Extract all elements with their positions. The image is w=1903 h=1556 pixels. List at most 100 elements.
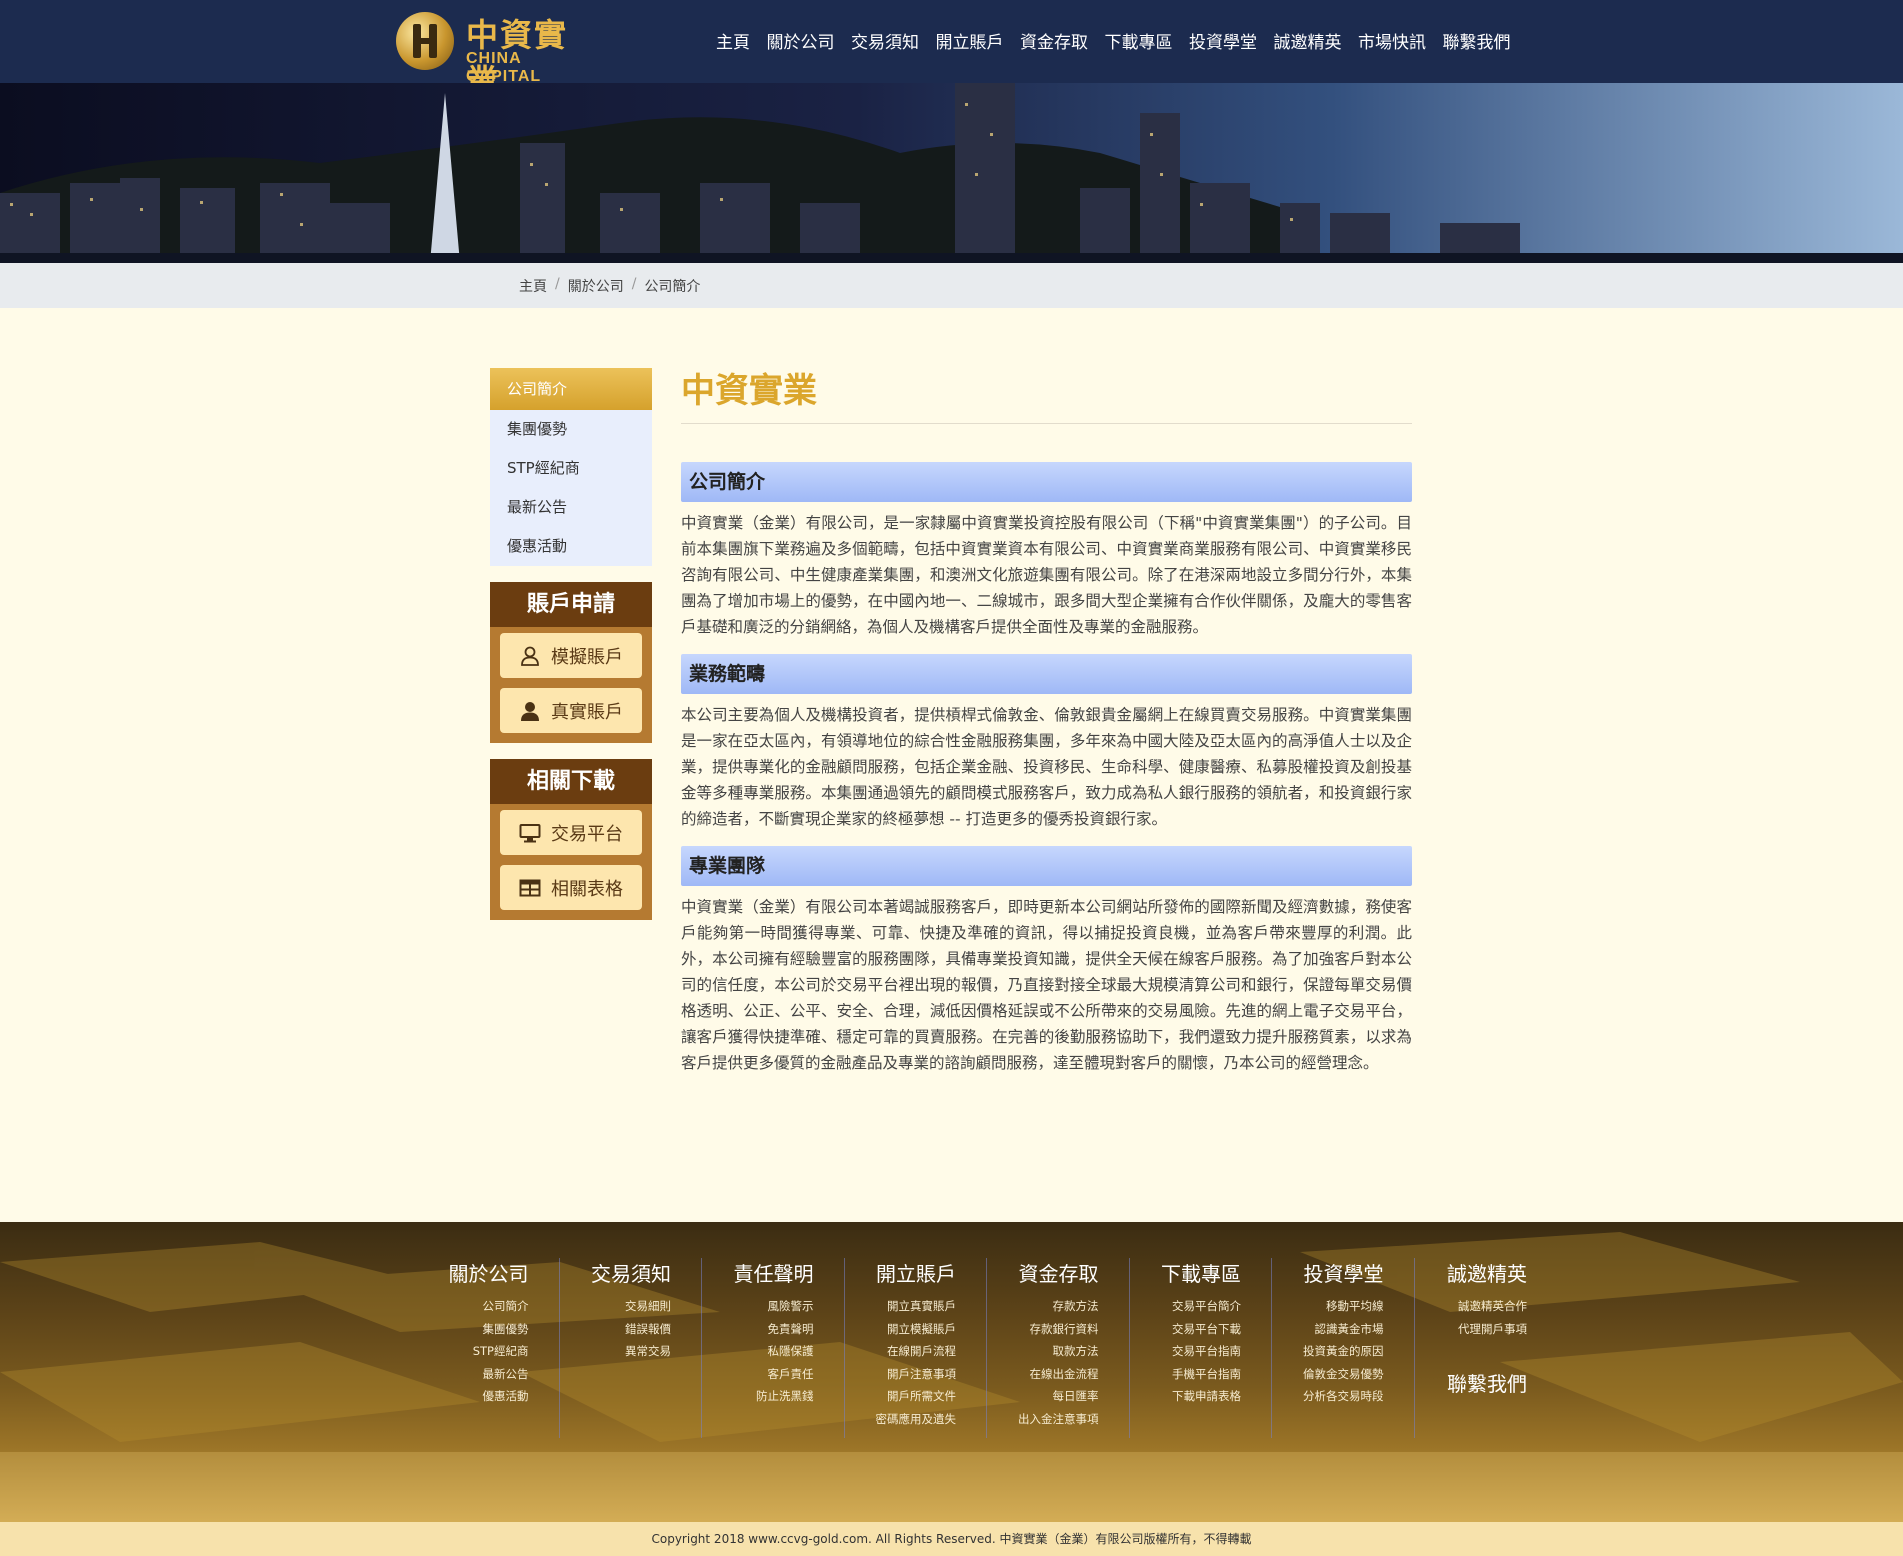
footer-link[interactable]: 下載申請表格 bbox=[1130, 1385, 1241, 1408]
breadcrumb-separator: / bbox=[631, 276, 637, 292]
footer-col-title[interactable]: 交易須知 bbox=[560, 1258, 671, 1287]
trading-platform-button[interactable]: 交易平台 bbox=[500, 810, 642, 855]
sidebar-item-stp-broker[interactable]: STP經紀商 bbox=[490, 449, 652, 488]
footer-link[interactable]: 在線開戶流程 bbox=[845, 1340, 956, 1363]
footer-link[interactable]: 私隱保護 bbox=[702, 1340, 814, 1363]
footer-link[interactable]: 開立真實賬戶 bbox=[845, 1295, 956, 1318]
nav-item-market-news[interactable]: 市場快訊 bbox=[1358, 28, 1426, 53]
sidebar-item-announcements[interactable]: 最新公告 bbox=[490, 488, 652, 527]
footer-link[interactable]: 密碼應用及遺失 bbox=[845, 1408, 957, 1431]
footer-col-title[interactable]: 資金存取 bbox=[987, 1258, 1099, 1287]
section-heading-business-scope: 業務範疇 bbox=[681, 654, 1412, 694]
footer-link[interactable]: 公司簡介 bbox=[417, 1295, 529, 1318]
main-nav: 主頁 關於公司 交易須知 開立賬戶 資金存取 下載專區 投資學堂 誠邀精英 市場… bbox=[716, 28, 1527, 53]
nav-item-about[interactable]: 關於公司 bbox=[767, 28, 835, 53]
nav-item-contact[interactable]: 聯繫我們 bbox=[1443, 28, 1511, 53]
section-text-team: 中資實業（金業）有限公司本著竭誠服務客戶，即時更新本公司網站所發佈的國際新聞及經… bbox=[681, 898, 1412, 1072]
footer-col-title[interactable]: 投資學堂 bbox=[1272, 1258, 1384, 1287]
footer-link[interactable]: 客戶責任 bbox=[702, 1363, 814, 1386]
footer-link[interactable]: 誠邀精英合作 bbox=[1415, 1295, 1527, 1318]
footer-link[interactable]: 防止洗黑錢 bbox=[702, 1385, 814, 1408]
footer-link[interactable]: STP經紀商 bbox=[417, 1340, 529, 1363]
footer-link[interactable]: 交易平台下載 bbox=[1130, 1318, 1241, 1341]
nav-item-careers[interactable]: 誠邀精英 bbox=[1274, 28, 1342, 53]
account-application-title: 賬戶申請 bbox=[490, 582, 652, 627]
breadcrumb-home[interactable]: 主頁 bbox=[519, 276, 547, 296]
section-text-business-scope: 本公司主要為個人及機構投資者，提供槓桿式倫敦金、倫敦銀貴金屬網上在線買賣交易服務… bbox=[681, 706, 1412, 828]
downloads-title: 相關下載 bbox=[490, 759, 652, 804]
footer-link[interactable]: 開戶注意事項 bbox=[845, 1363, 956, 1386]
footer-col-title[interactable]: 開立賬戶 bbox=[845, 1258, 956, 1287]
footer-col-title[interactable]: 下載專區 bbox=[1130, 1258, 1241, 1287]
section-heading-team: 專業團隊 bbox=[681, 846, 1412, 886]
breadcrumb-about[interactable]: 關於公司 bbox=[568, 276, 624, 296]
footer-contact-title[interactable]: 聯繫我們 bbox=[1415, 1368, 1527, 1397]
footer-link[interactable]: 手機平台指南 bbox=[1130, 1363, 1241, 1386]
site-header: 中資實業 CHINA CAPITAL 主頁 關於公司 交易須知 開立賬戶 資金存… bbox=[0, 0, 1903, 100]
footer-col-title[interactable]: 責任聲明 bbox=[702, 1258, 814, 1287]
nav-item-trading-notes[interactable]: 交易須知 bbox=[851, 28, 919, 53]
footer-col-title[interactable]: 關於公司 bbox=[417, 1258, 529, 1287]
footer-link[interactable]: 每日匯率 bbox=[987, 1385, 1099, 1408]
trading-platform-label: 交易平台 bbox=[551, 823, 623, 845]
breadcrumb: 主頁 / 關於公司 / 公司簡介 bbox=[519, 276, 700, 296]
footer-link[interactable]: 集團優勢 bbox=[417, 1318, 529, 1341]
footer-link[interactable]: 代理開戶事項 bbox=[1415, 1318, 1527, 1341]
nav-item-school[interactable]: 投資學堂 bbox=[1189, 28, 1257, 53]
footer-link[interactable]: 存款銀行資料 bbox=[987, 1318, 1099, 1341]
footer-link[interactable]: 優惠活動 bbox=[417, 1385, 529, 1408]
nav-item-home[interactable]: 主頁 bbox=[716, 28, 750, 53]
footer-link[interactable]: 投資黃金的原因 bbox=[1272, 1340, 1384, 1363]
nav-item-open-account[interactable]: 開立賬戶 bbox=[936, 28, 1004, 53]
real-account-button[interactable]: 真實賬戶 bbox=[500, 688, 642, 733]
table-icon bbox=[519, 877, 541, 899]
breadcrumb-current: 公司簡介 bbox=[644, 279, 701, 295]
account-application-box: 賬戶申請 模擬賬戶 真實賬戶 bbox=[490, 582, 652, 743]
section-heading-profile: 公司簡介 bbox=[681, 462, 1412, 502]
footer-link[interactable]: 認識黃金市場 bbox=[1272, 1318, 1384, 1341]
footer-col-school: 投資學堂 移動平均線 認識黃金市場 投資黃金的原因 倫敦金交易優勢 分析各交易時… bbox=[1272, 1258, 1415, 1438]
footer-link[interactable]: 交易平台簡介 bbox=[1130, 1295, 1241, 1318]
breadcrumb-separator: / bbox=[555, 276, 560, 292]
user-outline-icon bbox=[519, 645, 541, 667]
footer-link[interactable]: 移動平均線 bbox=[1272, 1295, 1384, 1318]
footer-link[interactable]: 異常交易 bbox=[560, 1340, 671, 1363]
footer-link[interactable]: 出入金注意事項 bbox=[987, 1408, 1099, 1431]
footer-link[interactable]: 風險警示 bbox=[702, 1295, 814, 1318]
footer-col-trading: 交易須知 交易細則 錯誤報價 異常交易 bbox=[560, 1258, 702, 1438]
logo[interactable]: 中資實業 CHINA CAPITAL bbox=[396, 10, 600, 100]
footer-link[interactable]: 交易細則 bbox=[560, 1295, 671, 1318]
footer-link[interactable]: 取款方法 bbox=[987, 1340, 1099, 1363]
nav-item-downloads[interactable]: 下載專區 bbox=[1105, 28, 1173, 53]
footer-col-about: 關於公司 公司簡介 集團優勢 STP經紀商 最新公告 優惠活動 bbox=[417, 1258, 560, 1438]
nav-item-funds[interactable]: 資金存取 bbox=[1020, 28, 1088, 53]
main-content: 中資實業 公司簡介 中資實業（金業）有限公司，是一家隸屬中資實業投資控股有限公司… bbox=[681, 368, 1412, 1076]
footer-link[interactable]: 免責聲明 bbox=[702, 1318, 814, 1341]
footer-link[interactable]: 倫敦金交易優勢 bbox=[1272, 1363, 1384, 1386]
sidebar-menu: 公司簡介 集團優勢 STP經紀商 最新公告 優惠活動 bbox=[490, 368, 652, 566]
downloads-box: 相關下載 交易平台 相關表格 bbox=[490, 759, 652, 920]
sidebar-item-company-profile[interactable]: 公司簡介 bbox=[490, 368, 652, 410]
footer-link[interactable]: 在線出金流程 bbox=[987, 1363, 1099, 1386]
footer-link[interactable]: 交易平台指南 bbox=[1130, 1340, 1241, 1363]
demo-account-label: 模擬賬戶 bbox=[551, 646, 623, 668]
footer-col-disclaimer: 責任聲明 風險警示 免責聲明 私隱保護 客戶責任 防止洗黑錢 bbox=[702, 1258, 845, 1438]
related-forms-button[interactable]: 相關表格 bbox=[500, 865, 642, 910]
footer-col-downloads: 下載專區 交易平台簡介 交易平台下載 交易平台指南 手機平台指南 下載申請表格 bbox=[1130, 1258, 1272, 1438]
sidebar-item-promotions[interactable]: 優惠活動 bbox=[490, 527, 652, 566]
footer-col-careers: 誠邀精英 誠邀精英合作 代理開戶事項 聯繫我們 bbox=[1415, 1258, 1558, 1438]
sidebar-item-group-advantages[interactable]: 集團優勢 bbox=[490, 410, 652, 449]
copyright-bar: Copyright 2018 www.ccvg-gold.com. All Ri… bbox=[0, 1522, 1903, 1556]
footer-link[interactable]: 最新公告 bbox=[417, 1363, 529, 1386]
footer-link[interactable]: 錯誤報價 bbox=[560, 1318, 671, 1341]
page-title: 中資實業 bbox=[681, 368, 1412, 424]
footer-columns: 關於公司 公司簡介 集團優勢 STP經紀商 最新公告 優惠活動 交易須知 交易細… bbox=[417, 1258, 1557, 1438]
footer-col-title[interactable]: 誠邀精英 bbox=[1415, 1258, 1527, 1287]
footer-link[interactable]: 開立模擬賬戶 bbox=[845, 1318, 956, 1341]
footer-link[interactable]: 分析各交易時段 bbox=[1272, 1385, 1384, 1408]
logo-mark-icon bbox=[396, 12, 454, 70]
footer-link[interactable]: 開戶所需文件 bbox=[845, 1385, 956, 1408]
footer-link[interactable]: 存款方法 bbox=[987, 1295, 1099, 1318]
demo-account-button[interactable]: 模擬賬戶 bbox=[500, 633, 642, 678]
footer-col-funds: 資金存取 存款方法 存款銀行資料 取款方法 在線出金流程 每日匯率 出入金注意事… bbox=[987, 1258, 1130, 1438]
